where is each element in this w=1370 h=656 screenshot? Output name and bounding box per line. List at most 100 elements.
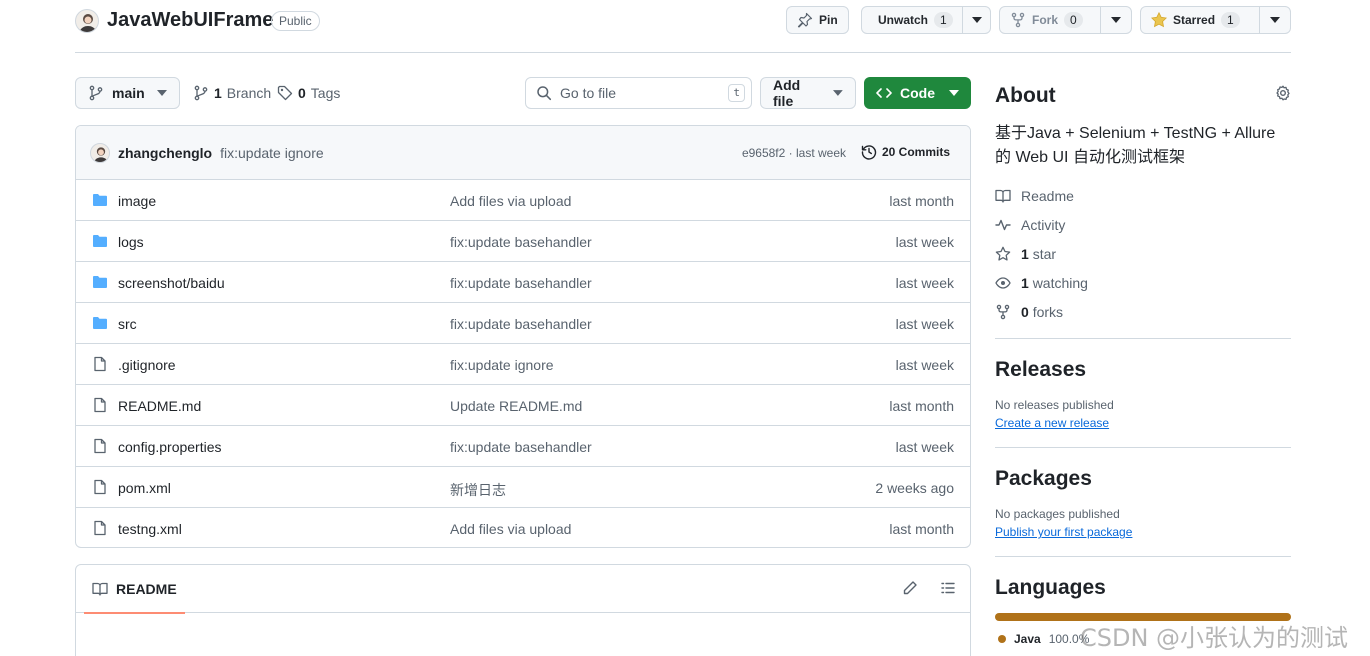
file-row[interactable]: README.md Update README.md last month — [76, 385, 970, 426]
about-link-text: Readme — [1021, 188, 1074, 204]
fork-icon — [1011, 12, 1025, 28]
file-commit-message[interactable]: fix:update basehandler — [450, 439, 592, 455]
languages-heading: Languages — [995, 576, 1106, 599]
file-row[interactable]: src fix:update basehandler last week — [76, 303, 970, 344]
file-commit-message[interactable]: fix:update basehandler — [450, 234, 592, 250]
about-link-watching[interactable]: 1 watching — [995, 275, 1088, 291]
readme-tab[interactable]: README — [84, 565, 185, 614]
file-name[interactable]: .gitignore — [118, 357, 176, 373]
about-link-activity[interactable]: Activity — [995, 217, 1065, 233]
star-button[interactable]: Starred 1 — [1140, 6, 1291, 34]
language-dot — [998, 635, 1006, 643]
go-to-file-input[interactable]: Go to file t — [525, 77, 752, 109]
commits-count-label: 20 Commits — [881, 145, 950, 159]
fork-icon — [996, 304, 1010, 320]
commit-author-avatar[interactable] — [90, 142, 110, 163]
file-row[interactable]: pom.xml 新增日志 2 weeks ago — [76, 467, 970, 508]
file-commit-message[interactable]: fix:update basehandler — [450, 275, 592, 291]
file-list: image Add files via upload last month logs f… — [76, 180, 970, 547]
branches-label: Branch — [226, 85, 272, 101]
tag-icon — [277, 85, 293, 101]
file-row[interactable]: screenshot/baidu fix:update basehandler la… — [76, 262, 970, 303]
search-shortcut-hint: t — [728, 84, 745, 102]
pin-icon — [797, 12, 813, 28]
file-row[interactable]: .gitignore fix:update ignore last week — [76, 344, 970, 385]
owner-avatar[interactable] — [75, 9, 99, 33]
packages-heading[interactable]: Packages — [995, 467, 1291, 491]
readme-header: README — [76, 565, 970, 614]
about-link-readme[interactable]: Readme — [995, 188, 1074, 204]
history-icon — [861, 145, 877, 160]
publish-package-link[interactable]: Publish your first package — [995, 525, 1132, 539]
file-name[interactable]: image — [118, 193, 156, 209]
about-link-text: 0 forks — [1021, 304, 1063, 320]
file-commit-message[interactable]: Add files via upload — [450, 193, 571, 209]
visibility-badge: Public — [271, 11, 320, 31]
folder-icon-wrap — [92, 233, 108, 249]
commit-author[interactable]: zhangchenglo — [118, 145, 212, 161]
chevron-down-icon — [1269, 17, 1280, 23]
fork-button[interactable]: Fork 0 — [999, 6, 1132, 34]
watch-button[interactable]: Unwatch 1 — [861, 6, 991, 34]
tags-count: 0 — [298, 85, 306, 101]
pin-button[interactable]: Pin — [786, 6, 849, 34]
latest-commit-bar: zhangchenglo fix:update ignore e9658f2 ·… — [76, 126, 970, 180]
create-release-link[interactable]: Create a new release — [995, 416, 1109, 430]
file-commit-message[interactable]: fix:update ignore — [450, 357, 554, 373]
file-icon — [94, 520, 106, 536]
branch-selector[interactable]: main — [75, 77, 180, 109]
book-icon — [995, 189, 1011, 203]
commit-meta[interactable]: e9658f2 · last week — [742, 146, 846, 160]
releases-heading[interactable]: Releases — [995, 358, 1291, 382]
file-row[interactable]: image Add files via upload last month — [76, 180, 970, 221]
fork-label: Fork — [1032, 13, 1059, 27]
file-row[interactable]: testng.xml Add files via upload last month — [76, 508, 970, 547]
file-commit-message[interactable]: Add files via upload — [450, 521, 571, 537]
outline-list-icon[interactable] — [940, 580, 956, 596]
file-commit-message[interactable]: Update README.md — [450, 398, 582, 414]
branches-link[interactable]: 1 Branch — [193, 85, 271, 101]
file-commit-message[interactable]: 新增日志 — [450, 480, 506, 500]
readme-panel: README — [75, 564, 971, 656]
sidebar-divider — [995, 556, 1291, 557]
file-row[interactable]: config.properties fix:update basehandler l… — [76, 426, 970, 467]
pencil-icon[interactable] — [902, 580, 918, 596]
file-name[interactable]: logs — [118, 234, 144, 250]
folder-icon — [93, 276, 107, 288]
file-commit-time: last week — [895, 234, 954, 250]
tags-link[interactable]: 0 Tags — [277, 85, 340, 101]
file-name[interactable]: testng.xml — [118, 521, 182, 537]
code-button[interactable]: Code — [864, 77, 971, 109]
pulse-icon — [995, 219, 1011, 231]
code-label: Code — [900, 85, 935, 101]
commits-history-link[interactable]: 20 Commits — [861, 144, 950, 160]
folder-icon-wrap — [92, 192, 108, 208]
file-name[interactable]: pom.xml — [118, 480, 171, 496]
language-item-java[interactable]: Java 100.0% — [998, 632, 1089, 646]
watch-dropdown[interactable] — [962, 7, 990, 33]
csdn-watermark: CSDN @小张认为的测试 — [1080, 624, 1349, 652]
about-link-forks[interactable]: 0 forks — [995, 304, 1063, 320]
file-icon-wrap — [92, 520, 108, 536]
file-commit-message[interactable]: fix:update basehandler — [450, 316, 592, 332]
about-link-count: 1 — [1021, 246, 1029, 262]
gear-icon[interactable] — [1275, 85, 1291, 101]
search-icon — [537, 86, 552, 101]
commit-message[interactable]: fix:update ignore — [220, 145, 324, 161]
about-link-star[interactable]: 1 star — [995, 246, 1056, 262]
repo-name[interactable]: JavaWebUIFrame — [107, 9, 273, 32]
file-row[interactable]: logs fix:update basehandler last week — [76, 221, 970, 262]
file-name[interactable]: config.properties — [118, 439, 222, 455]
file-name[interactable]: screenshot/baidu — [118, 275, 225, 291]
file-commit-time: last month — [889, 193, 954, 209]
file-commit-time: last month — [889, 521, 954, 537]
file-name[interactable]: src — [118, 316, 137, 332]
star-dropdown[interactable] — [1259, 7, 1289, 33]
chevron-down-icon — [156, 90, 167, 96]
fork-dropdown[interactable] — [1100, 7, 1130, 33]
about-link-text: Activity — [1021, 217, 1065, 233]
file-name[interactable]: README.md — [118, 398, 201, 414]
file-icon-wrap — [92, 397, 108, 413]
add-file-button[interactable]: Add file — [760, 77, 856, 109]
fork-count: 0 — [1064, 12, 1083, 28]
